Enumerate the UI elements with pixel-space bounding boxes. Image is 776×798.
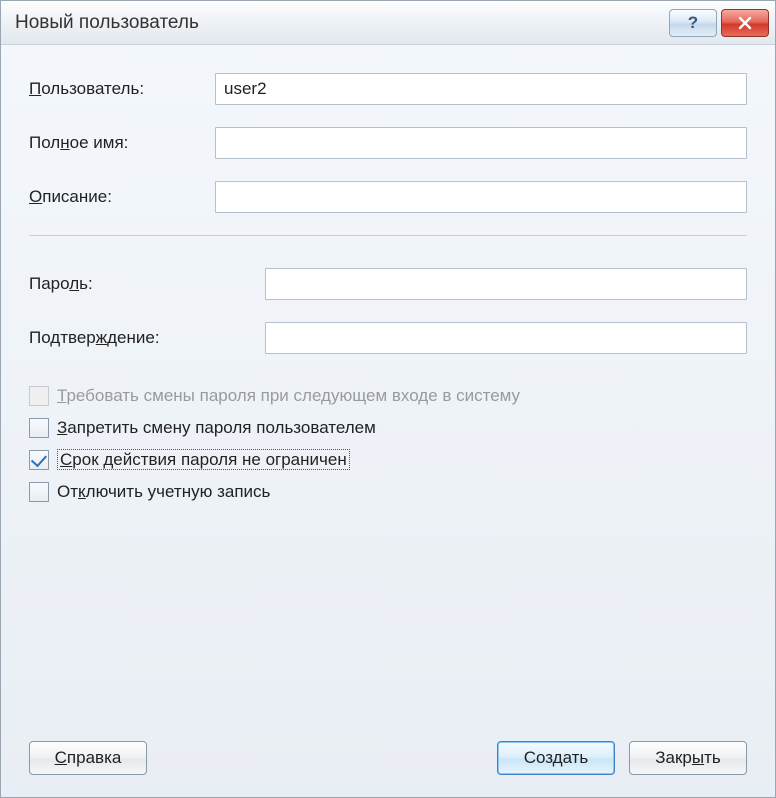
disable-account-label: Отключить учетную запись bbox=[57, 482, 270, 502]
dialog-window: Новый пользователь ? Пользователь: Полно… bbox=[0, 0, 776, 798]
button-row: Справка Создать Закрыть bbox=[29, 741, 747, 775]
disable-account-checkbox[interactable] bbox=[29, 482, 49, 502]
password-input[interactable] bbox=[265, 268, 747, 300]
titlebar-help-button[interactable]: ? bbox=[669, 9, 717, 37]
create-button[interactable]: Создать bbox=[497, 741, 615, 775]
no-expire-label: Срок действия пароля не ограничен bbox=[57, 450, 350, 470]
require-change-row: Требовать смены пароля при следующем вхо… bbox=[29, 386, 747, 406]
titlebar-close-button[interactable] bbox=[721, 9, 769, 37]
password-label: Пароль: bbox=[29, 274, 265, 294]
user-label: Пользователь: bbox=[29, 79, 215, 99]
fullname-row: Полное имя: bbox=[29, 127, 747, 159]
deny-change-row: Запретить смену пароля пользователем bbox=[29, 418, 747, 438]
require-change-checkbox bbox=[29, 386, 49, 406]
help-icon: ? bbox=[688, 13, 698, 33]
no-expire-row: Срок действия пароля не ограничен bbox=[29, 450, 747, 470]
fullname-label: Полное имя: bbox=[29, 133, 215, 153]
password-row: Пароль: bbox=[29, 268, 747, 300]
titlebar: Новый пользователь ? bbox=[1, 1, 775, 45]
user-row: Пользователь: bbox=[29, 73, 747, 105]
no-expire-checkbox[interactable] bbox=[29, 450, 49, 470]
description-label: Описание: bbox=[29, 187, 215, 207]
deny-change-label: Запретить смену пароля пользователем bbox=[57, 418, 376, 438]
user-input[interactable] bbox=[215, 73, 747, 105]
close-button[interactable]: Закрыть bbox=[629, 741, 747, 775]
window-title: Новый пользователь bbox=[15, 12, 665, 34]
help-button[interactable]: Справка bbox=[29, 741, 147, 775]
require-change-label: Требовать смены пароля при следующем вхо… bbox=[57, 386, 520, 406]
close-icon bbox=[737, 16, 753, 30]
confirm-input[interactable] bbox=[265, 322, 747, 354]
description-row: Описание: bbox=[29, 181, 747, 213]
deny-change-checkbox[interactable] bbox=[29, 418, 49, 438]
divider bbox=[29, 235, 747, 236]
confirm-label: Подтверждение: bbox=[29, 328, 265, 348]
description-input[interactable] bbox=[215, 181, 747, 213]
disable-account-row: Отключить учетную запись bbox=[29, 482, 747, 502]
fullname-input[interactable] bbox=[215, 127, 747, 159]
dialog-body: Пользователь: Полное имя: Описание: Паро… bbox=[1, 45, 775, 532]
confirm-row: Подтверждение: bbox=[29, 322, 747, 354]
